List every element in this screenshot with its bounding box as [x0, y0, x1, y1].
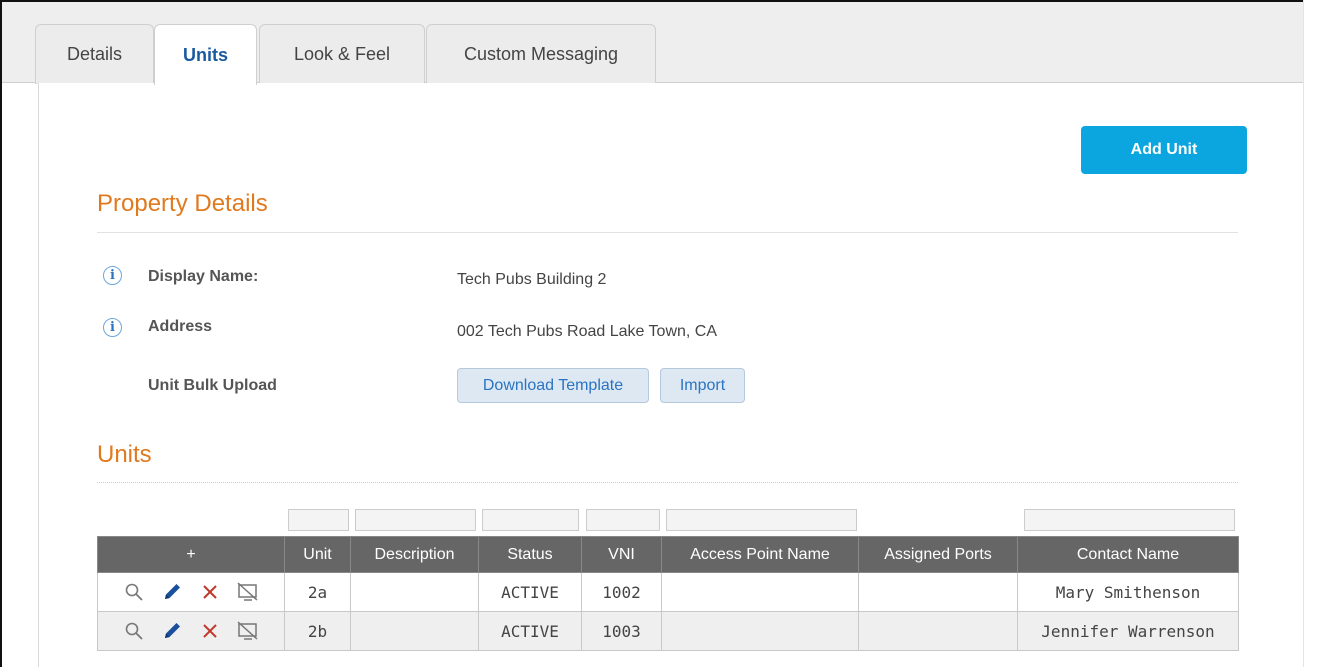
column-header-unit[interactable]: Unit [284, 536, 351, 573]
cell-access-point-name [661, 572, 859, 612]
row-actions [97, 572, 285, 612]
section-divider [97, 232, 1238, 233]
add-unit-button[interactable]: Add Unit [1081, 126, 1247, 174]
column-header-description[interactable]: Description [350, 536, 479, 573]
pencil-icon[interactable] [160, 619, 184, 643]
cell-description [350, 572, 479, 612]
table-header-row: + Unit Description Status VNI Access Poi… [97, 536, 1239, 573]
column-header-contact-name[interactable]: Contact Name [1017, 536, 1239, 573]
tab-details[interactable]: Details [35, 24, 154, 84]
cell-assigned-ports [858, 611, 1018, 651]
column-header-access-point-name[interactable]: Access Point Name [661, 536, 859, 573]
table-row: 2b ACTIVE 1003 Jennifer Warrenson [97, 611, 1239, 651]
display-name-value: Tech Pubs Building 2 [457, 271, 607, 288]
magnifier-icon[interactable] [122, 619, 146, 643]
row-actions [97, 611, 285, 651]
tab-units[interactable]: Units [154, 24, 257, 85]
magnifier-icon[interactable] [122, 580, 146, 604]
filter-description[interactable] [355, 509, 476, 531]
x-icon[interactable] [198, 580, 222, 604]
import-button[interactable]: Import [660, 368, 745, 403]
filter-contact-name[interactable] [1024, 509, 1235, 531]
address-label: Address [148, 318, 213, 335]
cell-unit: 2a [284, 572, 351, 612]
cell-contact-name: Jennifer Warrenson [1017, 611, 1239, 651]
scrollbar-track[interactable] [1303, 0, 1317, 667]
x-icon[interactable] [198, 619, 222, 643]
address-value: 002 Tech Pubs Road Lake Town, CA [457, 323, 718, 340]
info-icon[interactable]: i [103, 266, 122, 285]
units-table: + Unit Description Status VNI Access Poi… [97, 536, 1239, 651]
units-title: Units [97, 441, 152, 468]
column-header-vni[interactable]: VNI [581, 536, 662, 573]
tab-custom-messaging[interactable]: Custom Messaging [426, 24, 656, 84]
filter-status[interactable] [482, 509, 579, 531]
info-icon[interactable]: i [103, 318, 122, 337]
filter-vni[interactable] [586, 509, 660, 531]
display-name-label: Display Name: [148, 268, 259, 285]
cell-description [350, 611, 479, 651]
column-header-status[interactable]: Status [478, 536, 582, 573]
section-divider [97, 482, 1238, 483]
unit-bulk-upload-label: Unit Bulk Upload [148, 377, 277, 394]
column-header-assigned-ports[interactable]: Assigned Ports [858, 536, 1018, 573]
cell-status: ACTIVE [478, 572, 582, 612]
add-row-button[interactable]: + [97, 536, 285, 573]
filter-access-point-name[interactable] [666, 509, 857, 531]
cell-contact-name: Mary Smithenson [1017, 572, 1239, 612]
cell-unit: 2b [284, 611, 351, 651]
cell-status: ACTIVE [478, 611, 582, 651]
tab-bar: Details Units Look & Feel Custom Messagi… [2, 2, 1303, 85]
cell-access-point-name [661, 611, 859, 651]
pencil-icon[interactable] [160, 580, 184, 604]
download-template-button[interactable]: Download Template [457, 368, 649, 403]
crossed-monitor-icon[interactable] [236, 580, 260, 604]
tab-look-and-feel[interactable]: Look & Feel [259, 24, 425, 84]
property-details-title: Property Details [97, 190, 268, 217]
table-row: 2a ACTIVE 1002 Mary Smithenson [97, 572, 1239, 612]
filter-unit[interactable] [288, 509, 349, 531]
cell-vni: 1002 [581, 572, 662, 612]
cell-vni: 1003 [581, 611, 662, 651]
cell-assigned-ports [858, 572, 1018, 612]
crossed-monitor-icon[interactable] [236, 619, 260, 643]
